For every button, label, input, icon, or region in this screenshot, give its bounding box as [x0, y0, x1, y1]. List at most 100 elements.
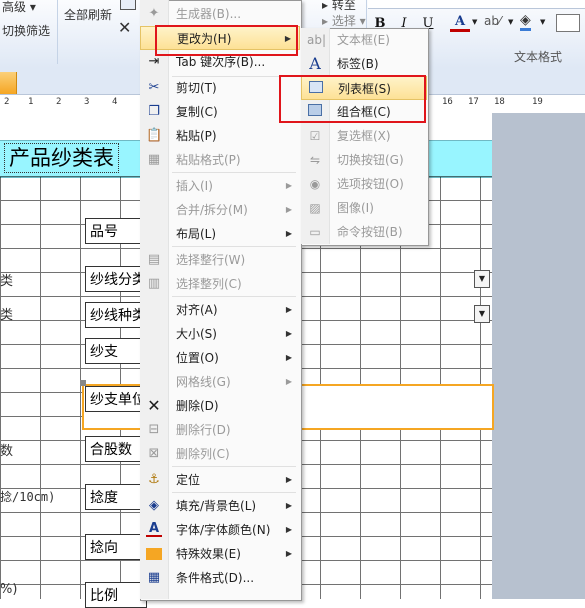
submenu-item-command-button[interactable]: ▭ 命令按钮(B): [301, 220, 427, 244]
select-column-icon: ▥: [147, 276, 161, 291]
select-button[interactable]: ▸ 选择 ▾: [322, 12, 366, 29]
combo-dropdown-icon[interactable]: ▼: [474, 270, 490, 288]
menu-item-conditional-format[interactable]: ▦ 条件格式(D)...: [140, 566, 300, 590]
menu-label: 条件格式(D)...: [176, 571, 255, 585]
font-color-button[interactable]: A: [450, 12, 470, 32]
save-record-icon[interactable]: [120, 0, 136, 10]
alternate-row-color-button[interactable]: [556, 14, 580, 32]
menu-item-fill-color[interactable]: ◈ 填充/背景色(L) ▶: [140, 494, 300, 518]
submenu-arrow-icon: ▶: [285, 329, 292, 338]
submenu-label: 图像(I): [337, 201, 374, 215]
submenu-arrow-icon: ▶: [285, 549, 292, 558]
annotation-highlight-box: [155, 25, 298, 56]
paste-format-icon: ▦: [147, 152, 161, 167]
delete-icon: ✕: [147, 396, 161, 415]
menu-item-cut[interactable]: ✂ 剪切(T): [140, 76, 300, 100]
option-button-icon: ◉: [309, 177, 321, 191]
menu-item-size[interactable]: 大小(S) ▶: [140, 322, 300, 346]
refresh-all-button[interactable]: 全部刷新: [64, 6, 112, 23]
fill-bucket-icon[interactable]: ◈: [520, 12, 531, 31]
field-label-ply-count[interactable]: 合股数: [85, 436, 147, 462]
ribbon-separator: [57, 0, 58, 64]
chevron-down-icon[interactable]: ▼: [508, 18, 513, 26]
advanced-label: 高级: [2, 0, 27, 14]
field-label-product-no[interactable]: 品号: [85, 218, 147, 244]
menu-item-builder[interactable]: ✦ 生成器(B)...: [140, 2, 300, 26]
annotation-highlight-box: [279, 75, 426, 123]
anchor-icon: ⚓: [148, 472, 160, 487]
submenu-item-image[interactable]: ▨ 图像(I): [301, 196, 427, 220]
paste-icon: 📋: [146, 128, 163, 143]
field-label-yarn-class[interactable]: 纱线分类: [85, 266, 147, 292]
submenu-arrow-icon: ▶: [285, 501, 292, 510]
menu-item-merge-split[interactable]: 合并/拆分(M) ▶: [140, 198, 300, 222]
submenu-item-label[interactable]: A 标签(B): [301, 52, 427, 76]
menu-item-select-column[interactable]: ▥ 选择整列(C): [140, 272, 300, 296]
highlight-icon[interactable]: ab⁄: [484, 14, 501, 28]
submenu-items: ab| 文本框(E) A 标签(B) 列表框(S) 组合框(C) ☑ 复选框(X) ⇋…: [301, 28, 427, 244]
menu-label: 粘贴(P): [176, 129, 217, 143]
submenu-label: 复选框(X): [337, 129, 391, 143]
menu-item-insert[interactable]: 插入(I) ▶: [140, 174, 300, 198]
menu-label: 填充/背景色(L): [176, 499, 257, 513]
menu-item-position[interactable]: 位置(O) ▶: [140, 346, 300, 370]
menu-item-delete-column[interactable]: ⊠ 删除列(C): [140, 442, 300, 466]
copy-icon: ❐: [148, 104, 160, 119]
ruler-tick: 18: [494, 97, 505, 107]
menu-separator: [172, 172, 296, 173]
advanced-filter-button[interactable]: 高级 ▾: [2, 0, 36, 15]
menu-item-align[interactable]: 对齐(A) ▶: [140, 298, 300, 322]
field-label-twist-direction[interactable]: 捻向: [85, 534, 147, 560]
submenu-arrow-icon: ▶: [285, 475, 292, 484]
left-field-label: 捻/10cm): [0, 490, 56, 504]
select-label: 选择: [331, 14, 356, 28]
combo-dropdown-icon[interactable]: ▼: [474, 305, 490, 323]
menu-item-paste[interactable]: 📋 粘贴(P): [140, 124, 300, 148]
menu-separator: [172, 492, 296, 493]
field-label-yarn-count[interactable]: 纱支: [85, 338, 147, 364]
field-label-yarn-type[interactable]: 纱线种类: [85, 302, 147, 328]
command-button-icon: ▭: [309, 225, 321, 239]
menu-item-gridlines[interactable]: 网格线(G) ▶: [140, 370, 300, 394]
menu-label: 布局(L): [176, 227, 217, 241]
delete-record-icon[interactable]: ✕: [118, 18, 131, 37]
field-label-yarn-unit[interactable]: 纱支单位: [85, 386, 147, 412]
menu-item-layout[interactable]: 布局(L) ▶: [140, 222, 300, 246]
menu-item-delete[interactable]: ✕ 删除(D): [140, 394, 300, 418]
toggle-filter-button[interactable]: 切换筛选: [2, 22, 50, 39]
field-label-ratio[interactable]: 比例: [85, 582, 147, 608]
menu-item-special-effect[interactable]: 特殊效果(E) ▶: [140, 542, 300, 566]
document-tab[interactable]: [0, 72, 17, 94]
menu-item-anchor[interactable]: ⚓ 定位 ▶: [140, 468, 300, 492]
menu-label: 选择整行(W): [176, 253, 246, 267]
chevron-down-icon[interactable]: ▼: [540, 18, 545, 26]
font-name-box[interactable]: [368, 0, 585, 9]
menu-item-paste-format[interactable]: ▦ 粘贴格式(P): [140, 148, 300, 172]
wand-icon: ✦: [148, 6, 160, 21]
submenu-item-option-button[interactable]: ◉ 选项按钮(O): [301, 172, 427, 196]
menu-item-font-color[interactable]: A 字体/字体颜色(N) ▶: [140, 518, 300, 542]
menu-separator: [172, 246, 296, 247]
textbox-icon: ab|: [307, 33, 327, 47]
menu-label: 复制(C): [176, 105, 218, 119]
menu-label: 网格线(G): [176, 375, 231, 389]
field-label-twist[interactable]: 捻度: [85, 484, 147, 510]
toggle-button-icon: ⇋: [309, 153, 321, 167]
form-outside-area: [492, 113, 585, 599]
menu-item-copy[interactable]: ❐ 复制(C): [140, 100, 300, 124]
submenu-arrow-icon: ▶: [285, 525, 292, 534]
submenu-item-checkbox[interactable]: ☑ 复选框(X): [301, 124, 427, 148]
submenu-item-toggle-button[interactable]: ⇋ 切换按钮(G): [301, 148, 427, 172]
ruler-tick: 4: [112, 97, 118, 107]
ruler-tick: 2: [56, 97, 62, 107]
form-title-label[interactable]: 产品纱类表: [4, 143, 119, 173]
submenu-label: 切换按钮(G): [337, 153, 404, 167]
menu-label: 插入(I): [176, 179, 213, 193]
ruler-tick: 16: [442, 97, 453, 107]
submenu-item-textbox[interactable]: ab| 文本框(E): [301, 28, 427, 52]
submenu-label: 选项按钮(O): [337, 177, 404, 191]
chevron-down-icon[interactable]: ▼: [472, 18, 477, 26]
menu-item-delete-row[interactable]: ⊟ 删除行(D): [140, 418, 300, 442]
checkbox-icon: ☑: [309, 129, 321, 143]
menu-item-select-row[interactable]: ▤ 选择整行(W): [140, 248, 300, 272]
